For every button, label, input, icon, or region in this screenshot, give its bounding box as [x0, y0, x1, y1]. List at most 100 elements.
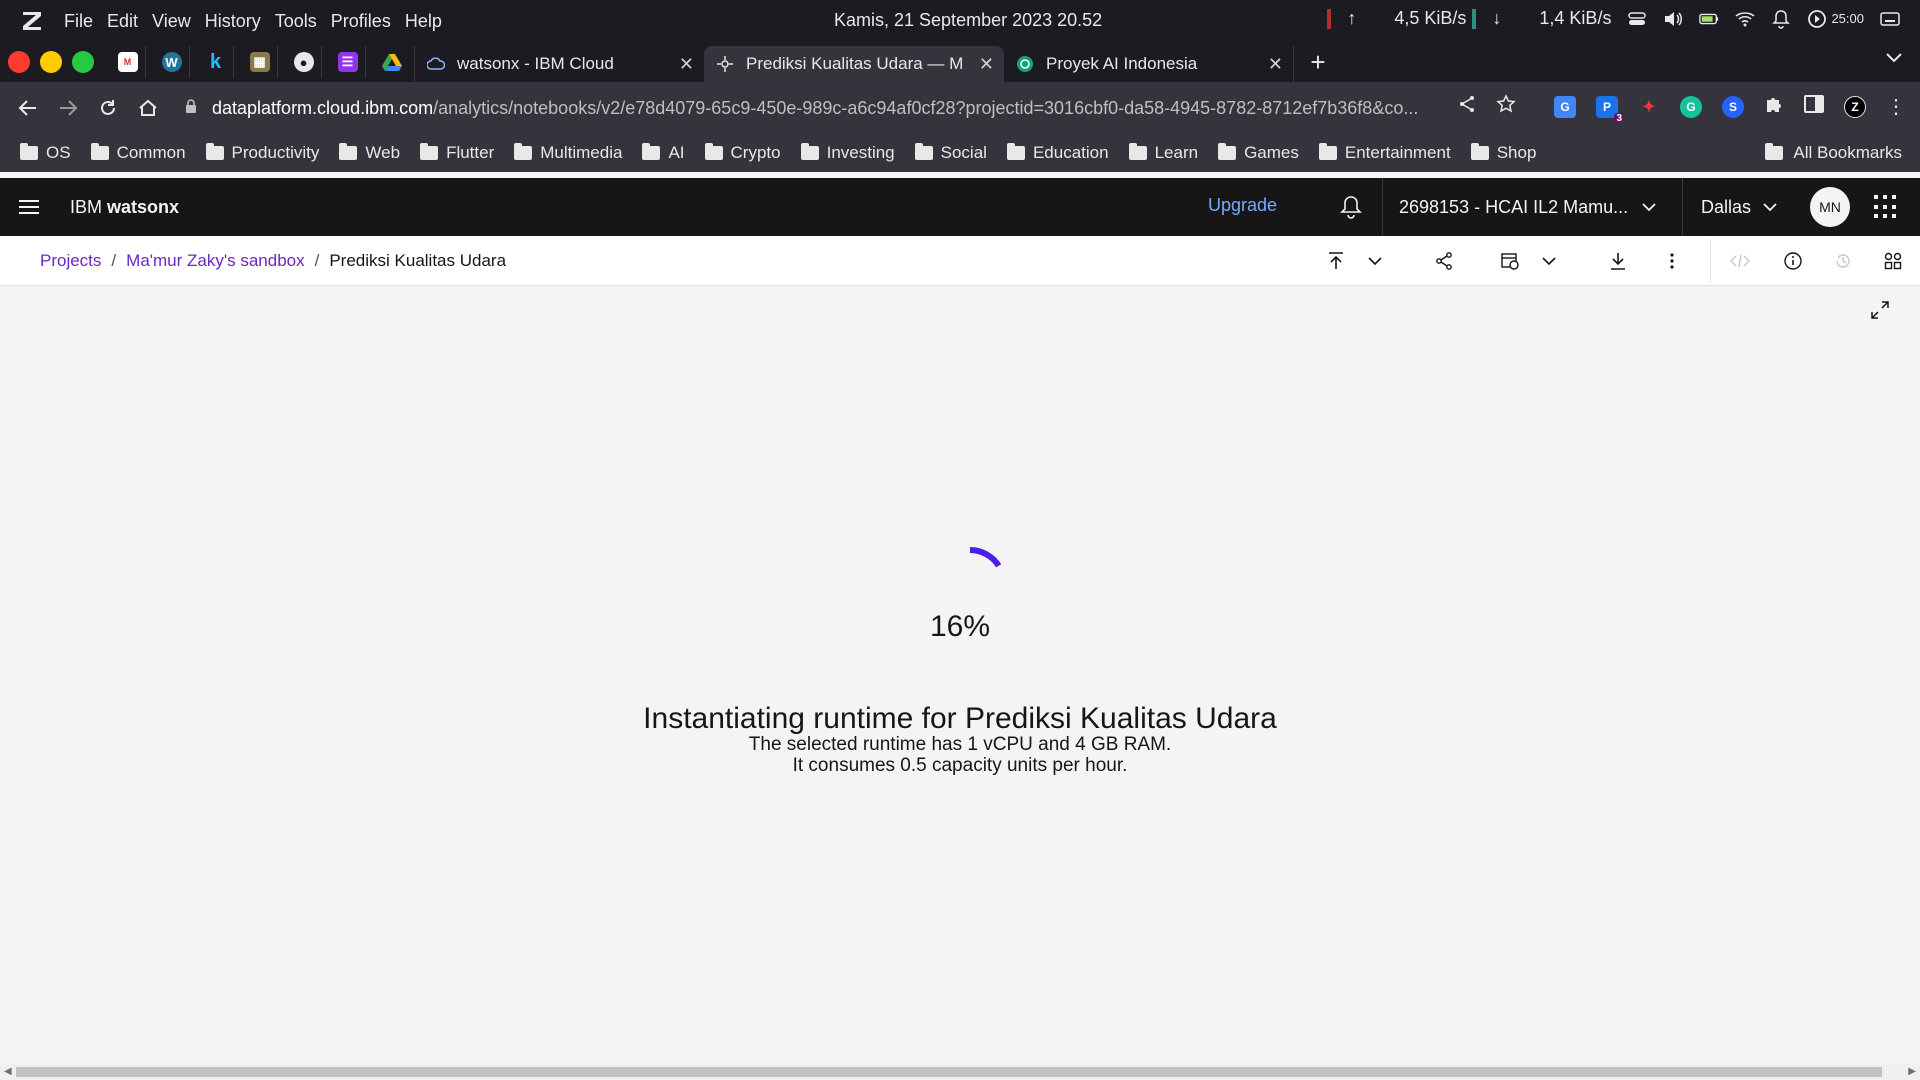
tab-proyek-ai[interactable]: Proyek AI Indonesia ✕: [1004, 46, 1294, 82]
battery-icon[interactable]: [1699, 9, 1719, 29]
bookmark-folder-social[interactable]: Social: [914, 143, 987, 163]
pinned-tab[interactable]: ●: [286, 46, 322, 78]
breadcrumb-projects[interactable]: Projects: [40, 251, 101, 271]
bookmark-folder-multimedia[interactable]: Multimedia: [514, 143, 622, 163]
volume-icon[interactable]: [1663, 9, 1683, 29]
bookmark-extension-icon[interactable]: ✦: [1638, 96, 1660, 118]
breadcrumb-sandbox[interactable]: Ma'mur Zaky's sandbox: [126, 251, 304, 271]
bookmark-folder-entertainment[interactable]: Entertainment: [1318, 143, 1451, 163]
menu-edit[interactable]: Edit: [107, 9, 138, 34]
menu-help[interactable]: Help: [405, 9, 442, 34]
upgrade-link[interactable]: Upgrade: [1208, 195, 1277, 216]
bookmark-folder-crypto[interactable]: Crypto: [704, 143, 781, 163]
menu-file[interactable]: File: [64, 9, 93, 34]
schedule-job-button[interactable]: [1488, 239, 1532, 283]
close-tab-icon[interactable]: ✕: [1268, 54, 1283, 75]
pinned-tab[interactable]: M: [110, 46, 146, 78]
schedule-menu-button[interactable]: [1532, 239, 1566, 283]
notifications-bell-icon[interactable]: [1336, 192, 1366, 222]
extensions-puzzle-icon[interactable]: [1764, 94, 1784, 119]
grammarly-icon[interactable]: G: [1680, 95, 1702, 118]
version-history-button[interactable]: [1818, 239, 1868, 283]
publish-menu-button[interactable]: [1358, 239, 1392, 283]
pomodoro-timer[interactable]: 25:00: [1831, 11, 1864, 26]
expand-fullscreen-icon[interactable]: [1870, 300, 1894, 324]
info-button[interactable]: [1768, 239, 1818, 283]
product-name[interactable]: IBM watsonx: [70, 197, 179, 218]
bookmark-folder-learn[interactable]: Learn: [1128, 143, 1198, 163]
bookmark-label: Entertainment: [1344, 143, 1451, 162]
bookmark-folder-games[interactable]: Games: [1218, 143, 1299, 163]
menu-profiles[interactable]: Profiles: [331, 9, 391, 34]
tab-list-chevron-icon[interactable]: [1886, 50, 1902, 68]
profile-avatar-icon[interactable]: Z: [1844, 95, 1866, 118]
back-button[interactable]: [8, 88, 48, 128]
bookmark-folder-shop[interactable]: Shop: [1470, 143, 1536, 163]
browser-menu-icon[interactable]: ⋮: [1886, 94, 1906, 119]
address-bar[interactable]: dataplatform.cloud.ibm.com /analytics/no…: [184, 98, 1418, 119]
bookmark-folder-education[interactable]: Education: [1006, 143, 1109, 163]
region-switcher[interactable]: Dallas: [1682, 178, 1800, 236]
pinned-tab[interactable]: W: [154, 46, 190, 78]
menu-history[interactable]: History: [205, 9, 261, 34]
download-button[interactable]: [1596, 239, 1640, 283]
zen-logo-icon[interactable]: [18, 7, 46, 35]
reload-button[interactable]: [88, 88, 128, 128]
bookmark-folder-ai[interactable]: AI: [642, 143, 685, 163]
scroll-right-icon[interactable]: ▶: [1908, 1066, 1916, 1077]
pinned-tab[interactable]: k: [198, 46, 234, 78]
forward-button[interactable]: [48, 88, 88, 128]
tab-watsonx[interactable]: watsonx - IBM Cloud ✕: [414, 46, 704, 82]
bookmark-folder-flutter[interactable]: Flutter: [420, 143, 494, 163]
pomodoro-timer-icon[interactable]: [1807, 9, 1827, 29]
notification-bell-icon[interactable]: [1771, 9, 1791, 29]
overflow-menu-button[interactable]: [1650, 239, 1694, 283]
folder-icon: [205, 143, 224, 160]
bookmark-star-icon[interactable]: [1496, 94, 1516, 119]
close-window-button[interactable]: [8, 51, 30, 73]
bookmark-folder-productivity[interactable]: Productivity: [205, 143, 320, 163]
horizontal-scrollbar[interactable]: ◀ ▶: [0, 1064, 1920, 1080]
home-button[interactable]: [128, 88, 168, 128]
menu-view[interactable]: View: [152, 9, 191, 34]
bookmark-folder-os[interactable]: OS: [20, 143, 71, 163]
region-name: Dallas: [1701, 196, 1752, 217]
shazam-icon[interactable]: S: [1722, 95, 1744, 118]
sidebar-toggle-icon[interactable]: [1804, 95, 1824, 118]
user-avatar[interactable]: MN: [1810, 187, 1850, 227]
pinned-tab[interactable]: [374, 46, 410, 78]
wifi-icon[interactable]: [1735, 9, 1755, 29]
extension-badge-icon[interactable]: P3: [1596, 95, 1624, 124]
wordpress-icon: W: [161, 52, 182, 72]
share-icon[interactable]: [1458, 95, 1476, 118]
keyboard-icon[interactable]: [1880, 9, 1900, 29]
code-snippets-button[interactable]: [1710, 239, 1768, 283]
folder-icon: [1128, 143, 1147, 160]
minimize-window-button[interactable]: [40, 51, 62, 73]
close-tab-icon[interactable]: ✕: [679, 54, 694, 75]
all-bookmarks-button[interactable]: All Bookmarks: [1765, 143, 1902, 163]
close-tab-icon[interactable]: ✕: [979, 54, 994, 75]
share-button[interactable]: [1422, 239, 1466, 283]
system-clock[interactable]: Kamis, 21 September 2023 20.52: [834, 10, 1102, 31]
scrollbar-thumb[interactable]: [16, 1067, 1882, 1077]
toggle-icon[interactable]: [1627, 9, 1647, 29]
google-translate-icon[interactable]: G: [1554, 95, 1576, 118]
publish-button[interactable]: [1314, 239, 1358, 283]
pinned-tab[interactable]: ▦: [242, 46, 278, 78]
maximize-window-button[interactable]: [72, 51, 94, 73]
scroll-left-icon[interactable]: ◀: [4, 1066, 12, 1077]
menu-tools[interactable]: Tools: [275, 9, 317, 34]
app-switcher-icon[interactable]: [1874, 195, 1898, 219]
new-tab-button[interactable]: +: [1300, 44, 1336, 80]
tab-prediksi[interactable]: Prediksi Kualitas Udara — M ✕: [704, 46, 1004, 82]
bookmark-label: Productivity: [231, 143, 320, 162]
environment-button[interactable]: [1868, 239, 1918, 283]
lock-icon[interactable]: [184, 98, 198, 119]
bookmark-folder-common[interactable]: Common: [90, 143, 186, 163]
hamburger-menu-icon[interactable]: [0, 178, 58, 236]
bookmark-folder-investing[interactable]: Investing: [800, 143, 895, 163]
bookmark-folder-web[interactable]: Web: [339, 143, 400, 163]
pinned-tab[interactable]: ☰: [330, 46, 366, 78]
account-switcher[interactable]: 2698153 - HCAI IL2 Mamu...: [1382, 178, 1682, 236]
